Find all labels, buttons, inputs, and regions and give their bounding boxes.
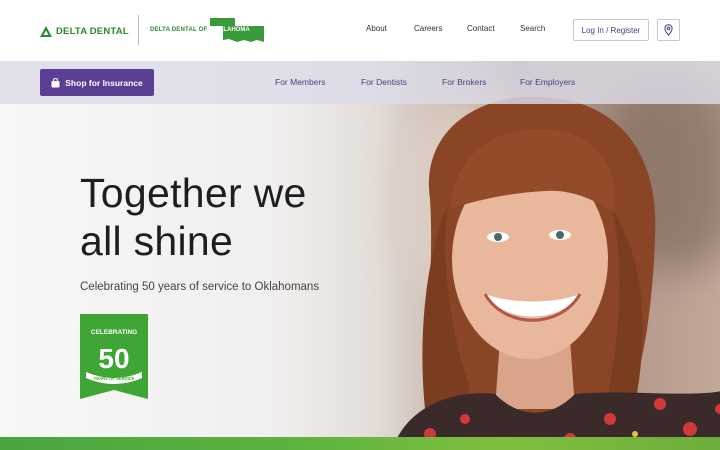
hero-section: Shop for Insurance For Members For Denti… [0,61,720,450]
login-register-label: Log In / Register [581,25,641,35]
login-register-button[interactable]: Log In / Register [573,19,649,41]
nav-search[interactable]: Search [520,24,545,33]
hero-photo-woman [392,96,720,450]
sub-logo-state: OKLAHOMA [214,27,250,33]
badge-number: 50 [98,343,129,374]
shop-for-insurance-button[interactable]: Shop for Insurance [40,69,154,96]
celebrating-50-badge: CELEBRATING 50 YEARS OF SERVICE [80,314,148,399]
logo-divider [138,15,139,45]
delta-dental-logo[interactable]: DELTA DENTAL [40,16,129,46]
oklahoma-state-shape: OKLAHOMA [209,17,265,43]
location-button[interactable] [657,19,680,41]
nav-careers[interactable]: Careers [414,24,442,33]
nav-for-dentists[interactable]: For Dentists [361,77,407,87]
nav-for-members[interactable]: For Members [275,77,326,87]
top-header: DELTA DENTAL DELTA DENTAL OF OKLAHOMA Ab… [0,0,720,61]
hero-title-line2: all shine [80,218,234,264]
nav-for-brokers[interactable]: For Brokers [442,77,486,87]
shop-label: Shop for Insurance [65,77,143,88]
shopping-bag-icon [51,77,60,87]
logo-text: DELTA DENTAL [56,25,129,37]
location-pin-icon [664,24,673,36]
nav-for-employers[interactable]: For Employers [520,77,575,87]
badge-ribbon-text: YEARS OF SERVICE [94,376,135,381]
nav-contact[interactable]: Contact [467,24,495,33]
hero-title-line1: Together we [80,170,307,216]
secondary-nav: Shop for Insurance For Members For Denti… [0,61,720,104]
sub-logo-prefix: DELTA DENTAL OF [150,27,208,33]
delta-logo-icon [40,25,52,37]
green-accent-strip [0,437,720,450]
badge-top-text: CELEBRATING [91,329,137,336]
hero-subtitle: Celebrating 50 years of service to Oklah… [80,281,320,293]
oklahoma-logo[interactable]: DELTA DENTAL OF OKLAHOMA [150,16,265,44]
nav-about[interactable]: About [366,24,387,33]
hero-title: Together we all shine [80,169,307,265]
